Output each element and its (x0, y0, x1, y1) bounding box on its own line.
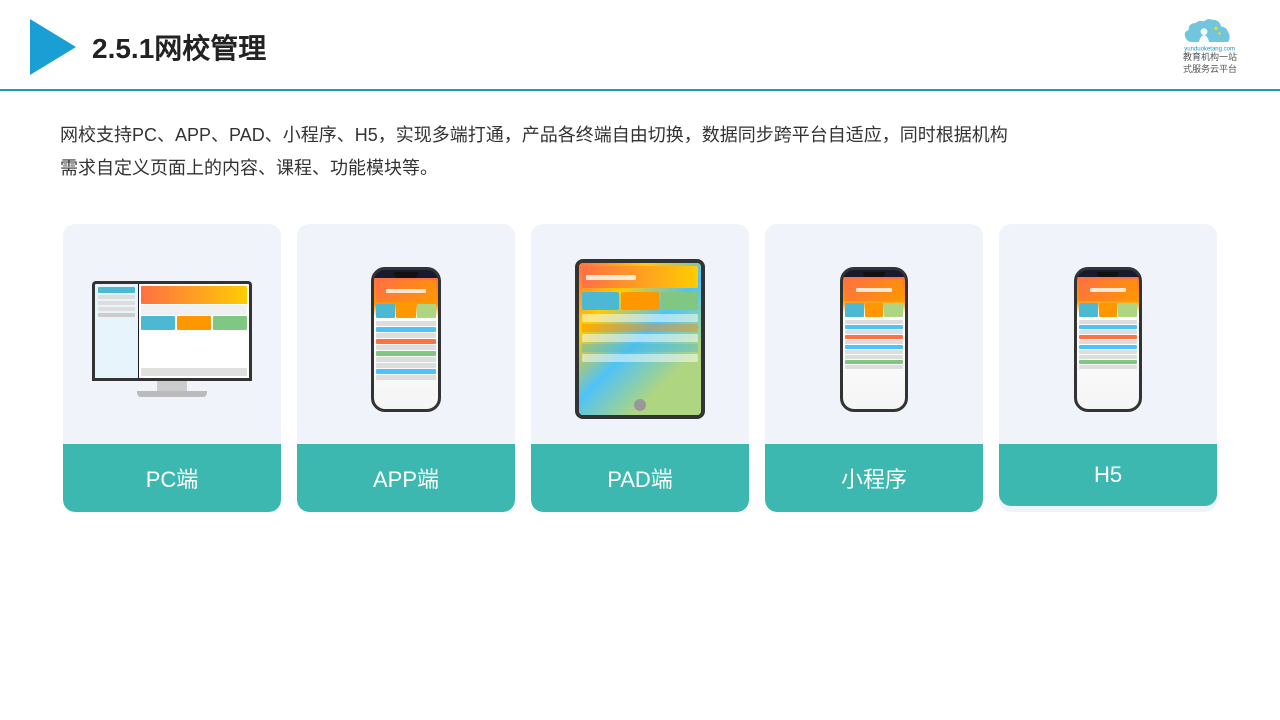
h5-label: H5 (999, 444, 1217, 506)
h5-image-area (999, 224, 1217, 444)
description: 网校支持PC、APP、PAD、小程序、H5，实现多端打通，产品各终端自由切换，数… (0, 91, 1280, 194)
header: 2.5.1网校管理 yunduoketang.com 教育机构一站 式服务云平台 (0, 0, 1280, 91)
logo-tagline: 教育机构一站 (1183, 52, 1237, 64)
card-pc: PC端 (63, 224, 281, 512)
page-title: 2.5.1网校管理 (92, 27, 266, 67)
phone-screen (374, 278, 438, 409)
logo-tagline2: 式服务云平台 (1183, 64, 1237, 76)
tablet-mock (575, 259, 705, 419)
app-image-area (297, 224, 515, 444)
play-icon (30, 19, 76, 75)
mini-screen (843, 277, 905, 409)
mini-phone-mock (840, 267, 908, 412)
app-phone-mock (371, 267, 441, 412)
card-h5: H5 (999, 224, 1217, 512)
pc-image-area (63, 224, 281, 444)
card-mini: 小程序 (765, 224, 983, 512)
h5-screen (1077, 277, 1139, 409)
mini-label: 小程序 (765, 444, 983, 512)
pad-label: PAD端 (531, 444, 749, 512)
pc-stand (157, 381, 187, 391)
pc-label: PC端 (63, 444, 281, 512)
card-app: APP端 (297, 224, 515, 512)
pc-screen (92, 281, 252, 381)
card-pad: PAD端 (531, 224, 749, 512)
pc-base (137, 391, 207, 397)
app-label: APP端 (297, 444, 515, 512)
tablet-screen (579, 263, 701, 415)
header-left: 2.5.1网校管理 (30, 19, 266, 75)
pc-device-mock (87, 281, 257, 397)
description-text: 网校支持PC、APP、PAD、小程序、H5，实现多端打通，产品各终端自由切换，数… (60, 119, 1220, 184)
logo-icon: yunduoketang.com (1180, 18, 1240, 54)
cards-container: PC端 (0, 194, 1280, 512)
pad-image-area (531, 224, 749, 444)
logo-area: yunduoketang.com 教育机构一站 式服务云平台 (1180, 18, 1240, 75)
h5-phone-mock (1074, 267, 1142, 412)
mini-image-area (765, 224, 983, 444)
